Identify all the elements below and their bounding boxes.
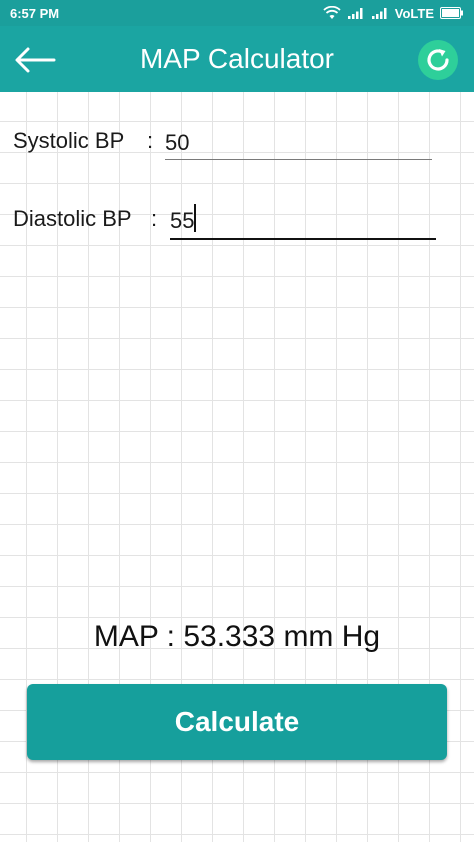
network-label: VoLTE: [394, 5, 434, 21]
status-time: 6:57 PM: [10, 5, 60, 21]
diastolic-label: Diastolic BP: [13, 206, 132, 231]
app-bar: MAP Calculator: [0, 26, 474, 92]
systolic-label: Systolic BP: [13, 128, 125, 153]
map-result: MAP : 53.333 mm Hg: [93, 620, 381, 653]
calculate-button[interactable]: Calculate: [27, 684, 447, 760]
signal-icon: [347, 8, 363, 19]
refresh-icon: [427, 49, 449, 71]
systolic-input[interactable]: [165, 126, 432, 160]
signal-icon: [371, 8, 387, 19]
page-title: MAP Calculator: [139, 43, 334, 74]
status-bar: 6:57 PM VoLTE: [0, 0, 474, 26]
diastolic-input[interactable]: [170, 204, 436, 240]
systolic-separator: :: [147, 128, 154, 153]
text-cursor: [194, 204, 196, 232]
back-button[interactable]: [12, 40, 58, 80]
diastolic-separator: :: [151, 206, 158, 231]
wifi-icon: [323, 6, 341, 19]
status-icons: VoLTE: [323, 6, 464, 21]
refresh-button[interactable]: [418, 40, 458, 80]
arrow-left-icon: [15, 47, 56, 73]
calculator-content: Systolic BP : Diastolic BP : MAP : 53.33…: [0, 92, 474, 842]
battery-icon: [440, 7, 463, 19]
